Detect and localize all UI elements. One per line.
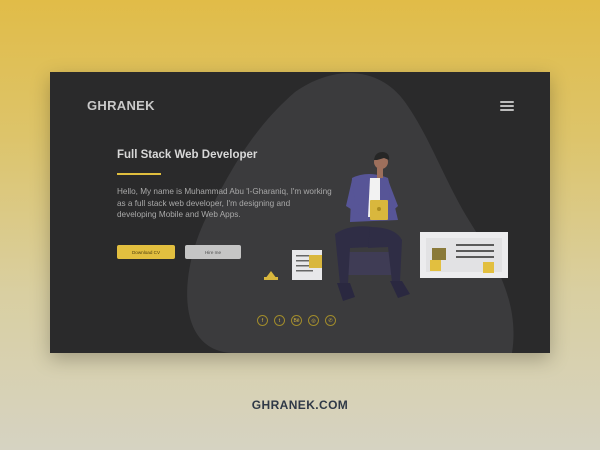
whatsapp-icon[interactable]: ✆	[325, 315, 336, 326]
developer-illustration	[264, 152, 508, 301]
portfolio-card: GHRANEK Full Stack Web Developer Hello, …	[50, 72, 550, 353]
yellow-sign-icon	[264, 271, 278, 280]
social-links: f t Bē ◎ ✆	[257, 315, 336, 326]
github-icon[interactable]: ◎	[308, 315, 319, 326]
facebook-icon[interactable]: f	[257, 315, 268, 326]
behance-icon[interactable]: Bē	[291, 315, 302, 326]
person-figure	[335, 152, 410, 301]
paper-sheet-left	[292, 250, 322, 280]
site-brand: GHRANEK.COM	[251, 398, 349, 412]
twitter-icon[interactable]: t	[274, 315, 285, 326]
whiteboard-right	[420, 232, 508, 278]
